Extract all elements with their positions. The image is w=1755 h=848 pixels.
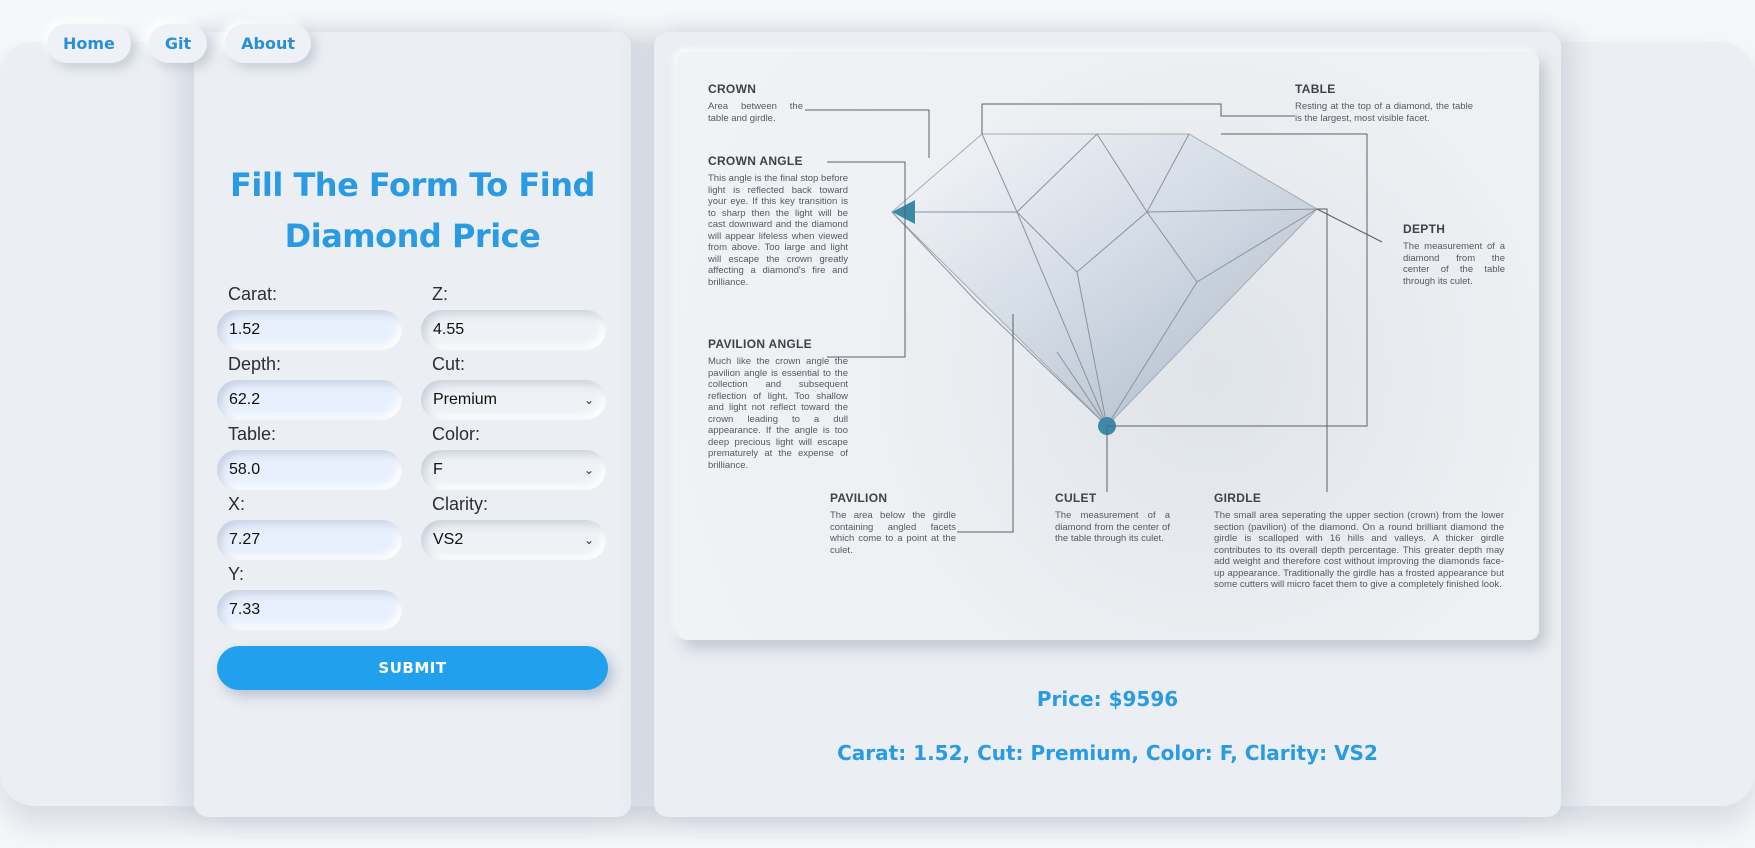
chevron-down-icon: ⌄ [583,533,594,547]
crown-desc: Area between the table and girdle. [708,101,803,124]
pavilion-angle-title: PAVILION ANGLE [708,337,812,351]
pavilion-label: PAVILION The area below the girdle conta… [830,491,956,556]
z-input[interactable] [421,310,606,350]
pavilion-angle-desc: Much like the crown angle the pavilion a… [708,356,848,471]
diamond-anatomy-image: CROWN Area between the table and girdle.… [677,52,1539,640]
color-select[interactable]: F ⌄ [421,450,606,490]
top-nav: Home Git About [47,24,312,63]
table-label: TABLE Resting at the top of a diamond, t… [1295,82,1473,124]
chevron-down-icon: ⌄ [583,463,594,477]
carat-field: Carat: [217,284,402,350]
girdle-label: GIRDLE The small area seperating the upp… [1214,491,1504,591]
cut-label: Cut: [432,354,466,374]
clarity-select-value: VS2 [433,531,464,548]
table-field: Table: [217,424,402,490]
cut-field: Cut: Premium ⌄ [421,354,606,420]
carat-label: Carat: [228,284,278,304]
pavilion-title: PAVILION [830,491,888,505]
culet-title: CULET [1055,491,1097,505]
submit-button[interactable]: SUBMIT [217,646,608,690]
crown-title: CROWN [708,82,757,96]
depth-desc: The measurement of a diamond from the ce… [1403,241,1505,287]
form-title-line2: Diamond Price [284,217,541,255]
price-result: Price: $9596 [1036,687,1179,711]
depth-field: Depth: [217,354,402,420]
y-field: Y: [217,564,402,630]
color-label: Color: [432,424,481,444]
depth-label: DEPTH The measurement of a diamond from … [1403,222,1505,287]
y-input[interactable] [217,590,402,630]
pavilion-angle-label: PAVILION ANGLE Much like the crown angle… [708,337,848,471]
form-title-line1: Fill The Form To Find [230,166,595,204]
crown-angle-label: CROWN ANGLE This angle is the final stop… [708,154,848,288]
culet-desc: The measurement of a diamond from the ce… [1055,510,1170,544]
crown-label: CROWN Area between the table and girdle. [708,82,803,124]
clarity-select[interactable]: VS2 ⌄ [421,520,606,560]
depth-label: Depth: [228,354,282,374]
pavilion-desc: The area below the girdle containing ang… [830,510,956,556]
y-label: Y: [228,564,245,584]
cut-select-value: Premium [433,391,498,408]
x-label: X: [228,494,246,514]
result-panel: CROWN Area between the table and girdle.… [654,32,1561,817]
z-field: Z: [421,284,606,350]
table-title: TABLE [1295,82,1336,96]
depth-input[interactable] [217,380,402,420]
crown-angle-desc: This angle is the final stop before ligh… [708,173,848,288]
color-field: Color: F ⌄ [421,424,606,490]
carat-input[interactable] [217,310,402,350]
x-field: X: [217,494,402,560]
table-input[interactable] [217,450,402,490]
girdle-title: GIRDLE [1214,491,1262,505]
nav-home-link[interactable]: Home [47,24,131,63]
girdle-desc: The small area seperating the upper sect… [1214,510,1504,590]
table-desc: Resting at the top of a diamond, the tab… [1295,101,1473,124]
cut-select[interactable]: Premium ⌄ [421,380,606,420]
chevron-down-icon: ⌄ [583,393,594,407]
table-label: Table: [228,424,277,444]
crown-angle-title: CROWN ANGLE [708,154,803,168]
diamond-summary: Carat: 1.52, Cut: Premium, Color: F, Cla… [837,741,1378,765]
z-label: Z: [432,284,448,304]
depth-title: DEPTH [1403,222,1446,236]
clarity-label: Clarity: [432,494,489,514]
clarity-field: Clarity: VS2 ⌄ [421,494,606,560]
culet-label: CULET The measurement of a diamond from … [1055,491,1170,545]
form-panel: Fill The Form To Find Diamond Price Cara… [194,32,631,817]
nav-git-link[interactable]: Git [148,24,208,63]
form-title: Fill The Form To Find Diamond Price [194,160,631,262]
color-select-value: F [433,461,443,478]
x-input[interactable] [217,520,402,560]
nav-about-link[interactable]: About [225,24,312,63]
